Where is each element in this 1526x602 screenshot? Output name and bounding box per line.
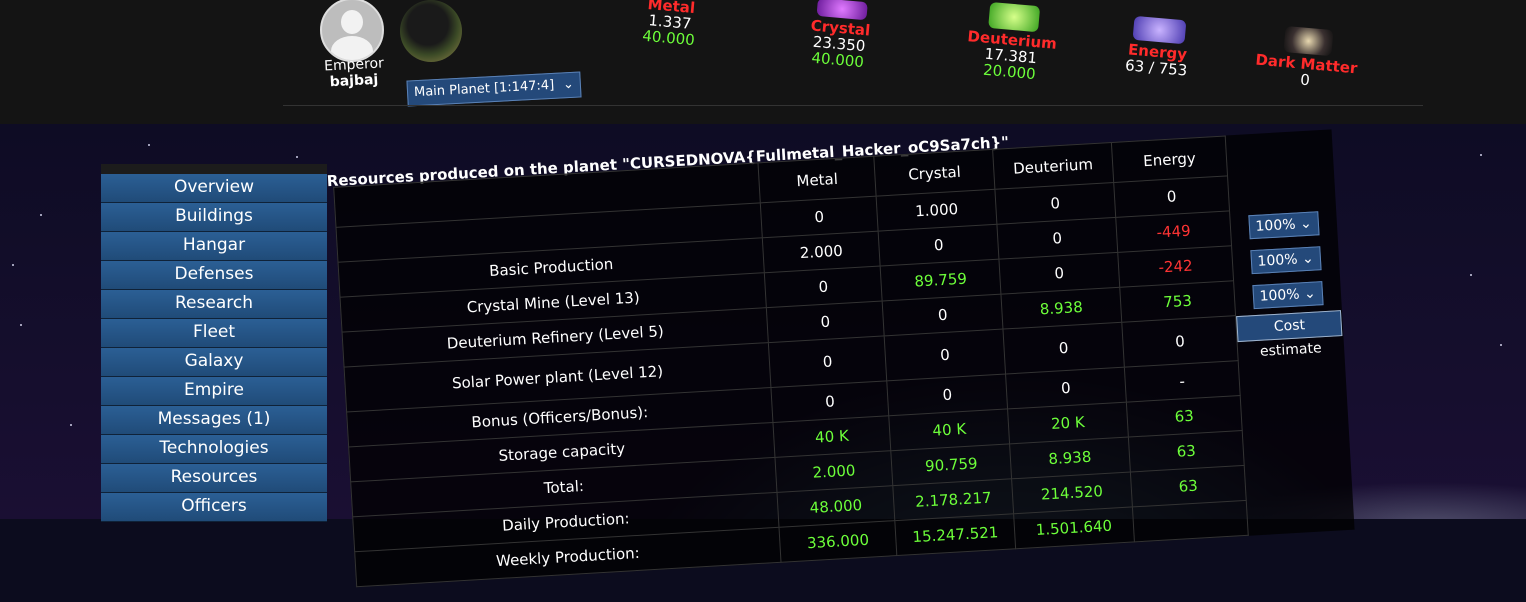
cell-value: 0 xyxy=(1003,322,1124,375)
cell-value: 1.501.640 xyxy=(1013,506,1135,549)
planet-select[interactable]: Main Planet [1:147:4] ⌄ xyxy=(406,71,582,107)
chevron-down-icon: ⌄ xyxy=(1299,285,1317,303)
chevron-down-icon: ⌄ xyxy=(1295,215,1313,233)
menu-item-messages[interactable]: Messages (1) xyxy=(101,406,327,434)
resource-deuterium[interactable]: Deuterium 17.381 20.000 xyxy=(959,0,1065,84)
menu-item-buildings[interactable]: Buildings xyxy=(101,203,327,231)
cell-value xyxy=(1131,500,1249,542)
avatar-head xyxy=(341,10,363,34)
resource-crystal[interactable]: Crystal 23.350 40.000 xyxy=(797,0,883,71)
planet-select-value: Main Planet [1:147:4] xyxy=(413,77,555,101)
cell-value: 0 xyxy=(884,329,1006,381)
column-header: Metal xyxy=(758,156,877,203)
production-percent-value: 100% xyxy=(1257,251,1298,270)
menu-item-defenses[interactable]: Defenses xyxy=(101,261,327,289)
chevron-down-icon: ⌄ xyxy=(562,76,575,93)
resources-panel: Resources produced on the planet "CURSED… xyxy=(326,74,1355,601)
control-spacer xyxy=(1226,130,1334,176)
menu-item-galaxy[interactable]: Galaxy xyxy=(101,348,327,376)
production-percent-select[interactable]: 100% ⌄ xyxy=(1247,211,1320,240)
column-header: Deuterium xyxy=(992,142,1114,190)
menu-item-research[interactable]: Research xyxy=(101,290,327,318)
cell-value: 0 xyxy=(1121,315,1239,368)
menu-item-officers[interactable]: Officers xyxy=(101,493,327,521)
column-header: Energy xyxy=(1110,135,1228,183)
resource-metal[interactable]: Metal 1.337 40.000 xyxy=(628,0,712,49)
cell-value: 0 xyxy=(768,335,887,388)
cell-value: 15.247.521 xyxy=(894,513,1016,556)
menu-cap xyxy=(101,164,327,174)
energy-icon xyxy=(1132,15,1187,45)
main-menu: Overview Buildings Hangar Defenses Resea… xyxy=(101,164,327,522)
menu-item-empire[interactable]: Empire xyxy=(101,377,327,405)
cell-value: 336.000 xyxy=(779,520,897,563)
dark-matter-icon xyxy=(1283,26,1334,57)
production-percent-value: 100% xyxy=(1255,216,1296,235)
column-header: Crystal xyxy=(873,149,996,197)
menu-item-hangar[interactable]: Hangar xyxy=(101,232,327,260)
production-percent-select[interactable]: 100% ⌄ xyxy=(1252,281,1324,310)
menu-item-resources[interactable]: Resources xyxy=(101,464,327,492)
menu-item-technologies[interactable]: Technologies xyxy=(101,435,327,463)
menu-item-overview[interactable]: Overview xyxy=(101,174,327,202)
planet-icon[interactable] xyxy=(400,0,462,62)
menu-item-fleet[interactable]: Fleet xyxy=(101,319,327,347)
row-control: Cost estimate xyxy=(1236,309,1344,361)
resource-energy[interactable]: Energy 63 / 753 xyxy=(1116,15,1201,80)
production-percent-select[interactable]: 100% ⌄ xyxy=(1250,246,1322,275)
table-body: Basic Production 2.000 0 0 -449 100% ⌄ Crystal… xyxy=(338,205,1354,587)
deuterium-icon xyxy=(988,1,1041,33)
chevron-down-icon: ⌄ xyxy=(1297,250,1315,268)
avatar[interactable] xyxy=(320,0,384,62)
cost-estimate-button[interactable]: Cost estimate xyxy=(1236,309,1343,359)
row-control xyxy=(1247,494,1354,535)
production-percent-value: 100% xyxy=(1259,286,1301,305)
username: bajbaj xyxy=(329,71,379,91)
